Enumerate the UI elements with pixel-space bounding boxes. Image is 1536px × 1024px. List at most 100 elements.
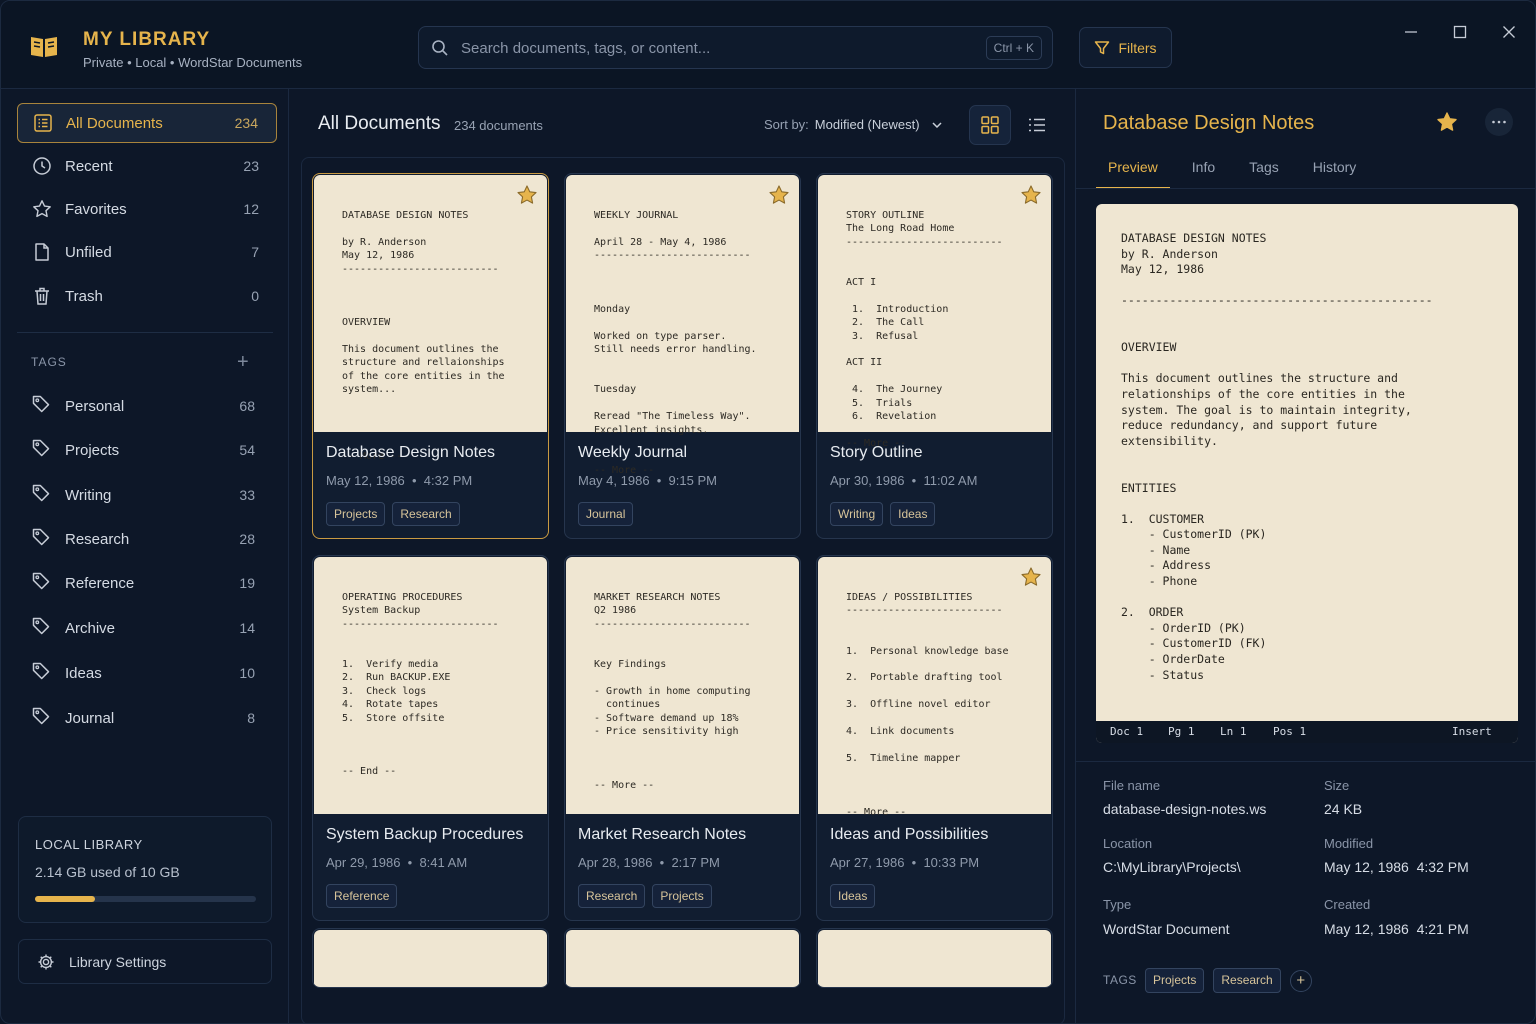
close-icon	[1503, 26, 1515, 38]
sidebar-tag-label: Personal	[65, 397, 125, 415]
star-filled-icon[interactable]	[768, 184, 790, 206]
sidebar-tag-label: Research	[65, 530, 130, 548]
tag-chip[interactable]: Reference	[326, 884, 398, 908]
sidebar-tag-writing[interactable]: Writing 33	[17, 475, 277, 515]
star-filled-icon[interactable]	[1020, 566, 1042, 588]
star-filled-icon	[1437, 112, 1457, 131]
document-thumbnail	[818, 930, 1051, 987]
document-thumbnail: WEEKLY JOURNAL April 28 - May 4, 1986 --…	[566, 175, 799, 476]
minimize-button[interactable]	[1400, 21, 1422, 43]
meta-separator: •	[652, 855, 672, 870]
tag-chip[interactable]: Projects	[326, 502, 386, 526]
list-view-button[interactable]	[1016, 105, 1058, 145]
filter-icon	[1095, 40, 1110, 54]
tab-info[interactable]: Info	[1180, 155, 1227, 189]
tag-icon	[31, 706, 53, 730]
document-time: 2:17 PM	[671, 855, 720, 870]
sidebar-tag-journal[interactable]: Journal 8	[17, 698, 277, 738]
tag-icon	[31, 527, 53, 551]
type-value: WordStar Document	[1103, 921, 1230, 937]
tab-tags[interactable]: Tags	[1237, 155, 1291, 189]
document-list-icon	[32, 112, 54, 134]
add-tag-chip-button[interactable]: +	[1289, 969, 1312, 992]
sidebar-tag-count: 33	[239, 487, 255, 503]
sidebar-tag-archive[interactable]: Archive 14	[17, 608, 277, 648]
star-filled-icon[interactable]	[516, 184, 538, 206]
document-card[interactable]: STORY OUTLINE The Long Road Home -------…	[816, 173, 1053, 539]
document-title: Weekly Journal	[578, 444, 688, 461]
document-card[interactable]: OPERATING PROCEDURES System Backup -----…	[312, 555, 549, 921]
tab-preview[interactable]: Preview	[1096, 155, 1170, 189]
tag-icon	[31, 483, 53, 507]
search-box[interactable]: Ctrl + K	[418, 26, 1053, 69]
sidebar-item-trash[interactable]: Trash 0	[17, 276, 277, 316]
tag-chip[interactable]: Writing	[830, 502, 884, 526]
tag-chip[interactable]: Journal	[578, 502, 634, 526]
sidebar-item-favorites[interactable]: Favorites 12	[17, 189, 277, 229]
document-preview[interactable]: DATABASE DESIGN NOTES by R. Anderson May…	[1096, 204, 1518, 743]
document-meta: Apr 30, 1986 • 11:02 AM	[830, 473, 977, 488]
sidebar-item-count: 7	[251, 244, 259, 260]
tag-chip[interactable]: Projects	[1145, 968, 1205, 993]
sidebar-item-recent[interactable]: Recent 23	[17, 146, 277, 186]
document-card[interactable]: IDEAS / POSSIBILITIES ------------------…	[816, 555, 1053, 921]
tag-icon	[31, 661, 53, 685]
grid-view-button[interactable]	[969, 105, 1011, 145]
sidebar-tag-reference[interactable]: Reference 19	[17, 563, 277, 603]
filters-button[interactable]: Filters	[1079, 27, 1172, 68]
document-card[interactable]: WEEKLY JOURNAL April 28 - May 4, 1986 --…	[564, 173, 801, 539]
file-name-label: File name	[1103, 778, 1161, 793]
tab-history[interactable]: History	[1301, 155, 1369, 189]
tag-chip[interactable]: Research	[578, 884, 646, 908]
document-card[interactable]: DATABASE DESIGN NOTES by R. Anderson May…	[312, 173, 549, 539]
gear-icon	[38, 954, 54, 969]
tag-icon	[31, 616, 53, 640]
favorite-toggle[interactable]	[1436, 111, 1458, 136]
thumbnail-text: WEEKLY JOURNAL April 28 - May 4, 1986 --…	[594, 210, 757, 476]
star-filled-icon[interactable]	[1020, 184, 1042, 206]
add-tag-button[interactable]: +	[237, 352, 249, 372]
tag-chip[interactable]: Research	[1213, 968, 1281, 993]
document-card[interactable]: MARKET RESEARCH NOTES Q2 1986 ----------…	[564, 555, 801, 921]
clock-icon	[31, 155, 53, 177]
maximize-button[interactable]	[1449, 21, 1471, 43]
sidebar-tag-count: 8	[247, 710, 255, 726]
tag-chip[interactable]: Research	[392, 502, 460, 526]
minimize-icon	[1405, 31, 1417, 33]
list-icon	[1029, 118, 1045, 132]
document-title: Database Design Notes	[326, 444, 495, 461]
document-date: May 12, 1986	[326, 473, 405, 488]
search-shortcut-hint: Ctrl + K	[985, 36, 1042, 60]
document-thumbnail	[566, 930, 799, 987]
trash-icon	[31, 285, 53, 307]
library-settings-label: Library Settings	[69, 953, 167, 970]
sidebar-item-count: 0	[251, 288, 259, 304]
tag-chip[interactable]: Ideas	[890, 502, 936, 526]
document-card[interactable]	[312, 928, 549, 988]
library-settings-button[interactable]: Library Settings	[18, 939, 272, 984]
status-page: Pg 1	[1168, 725, 1195, 738]
sidebar-tag-count: 54	[239, 442, 255, 458]
close-button[interactable]	[1498, 21, 1520, 43]
document-date: Apr 30, 1986	[830, 473, 905, 488]
sidebar-tag-research[interactable]: Research 28	[17, 519, 277, 559]
sidebar-tag-count: 68	[239, 398, 255, 414]
sidebar-tag-personal[interactable]: Personal 68	[17, 386, 277, 426]
size-value: 24 KB	[1324, 801, 1363, 817]
document-meta: Apr 27, 1986 • 10:33 PM	[830, 855, 979, 870]
tag-chip[interactable]: Projects	[652, 884, 712, 908]
page-title: All Documents	[318, 113, 441, 134]
detail-panel: Database Design Notes Preview Info Tags …	[1075, 89, 1535, 1023]
sidebar-item-all-documents[interactable]: All Documents 234	[17, 103, 277, 143]
sidebar-item-label: Recent	[65, 157, 113, 175]
sidebar-tag-projects[interactable]: Projects 54	[17, 430, 277, 470]
sidebar-tag-ideas[interactable]: Ideas 10	[17, 653, 277, 693]
more-options-button[interactable]	[1485, 108, 1513, 136]
document-thumbnail	[314, 930, 547, 987]
document-card[interactable]	[564, 928, 801, 988]
search-input[interactable]	[461, 35, 961, 61]
tag-chip[interactable]: Ideas	[830, 884, 876, 908]
sidebar-item-unfiled[interactable]: Unfiled 7	[17, 232, 277, 272]
sort-dropdown[interactable]: Sort by: Modified (Newest)	[764, 117, 944, 132]
document-card[interactable]	[816, 928, 1053, 988]
